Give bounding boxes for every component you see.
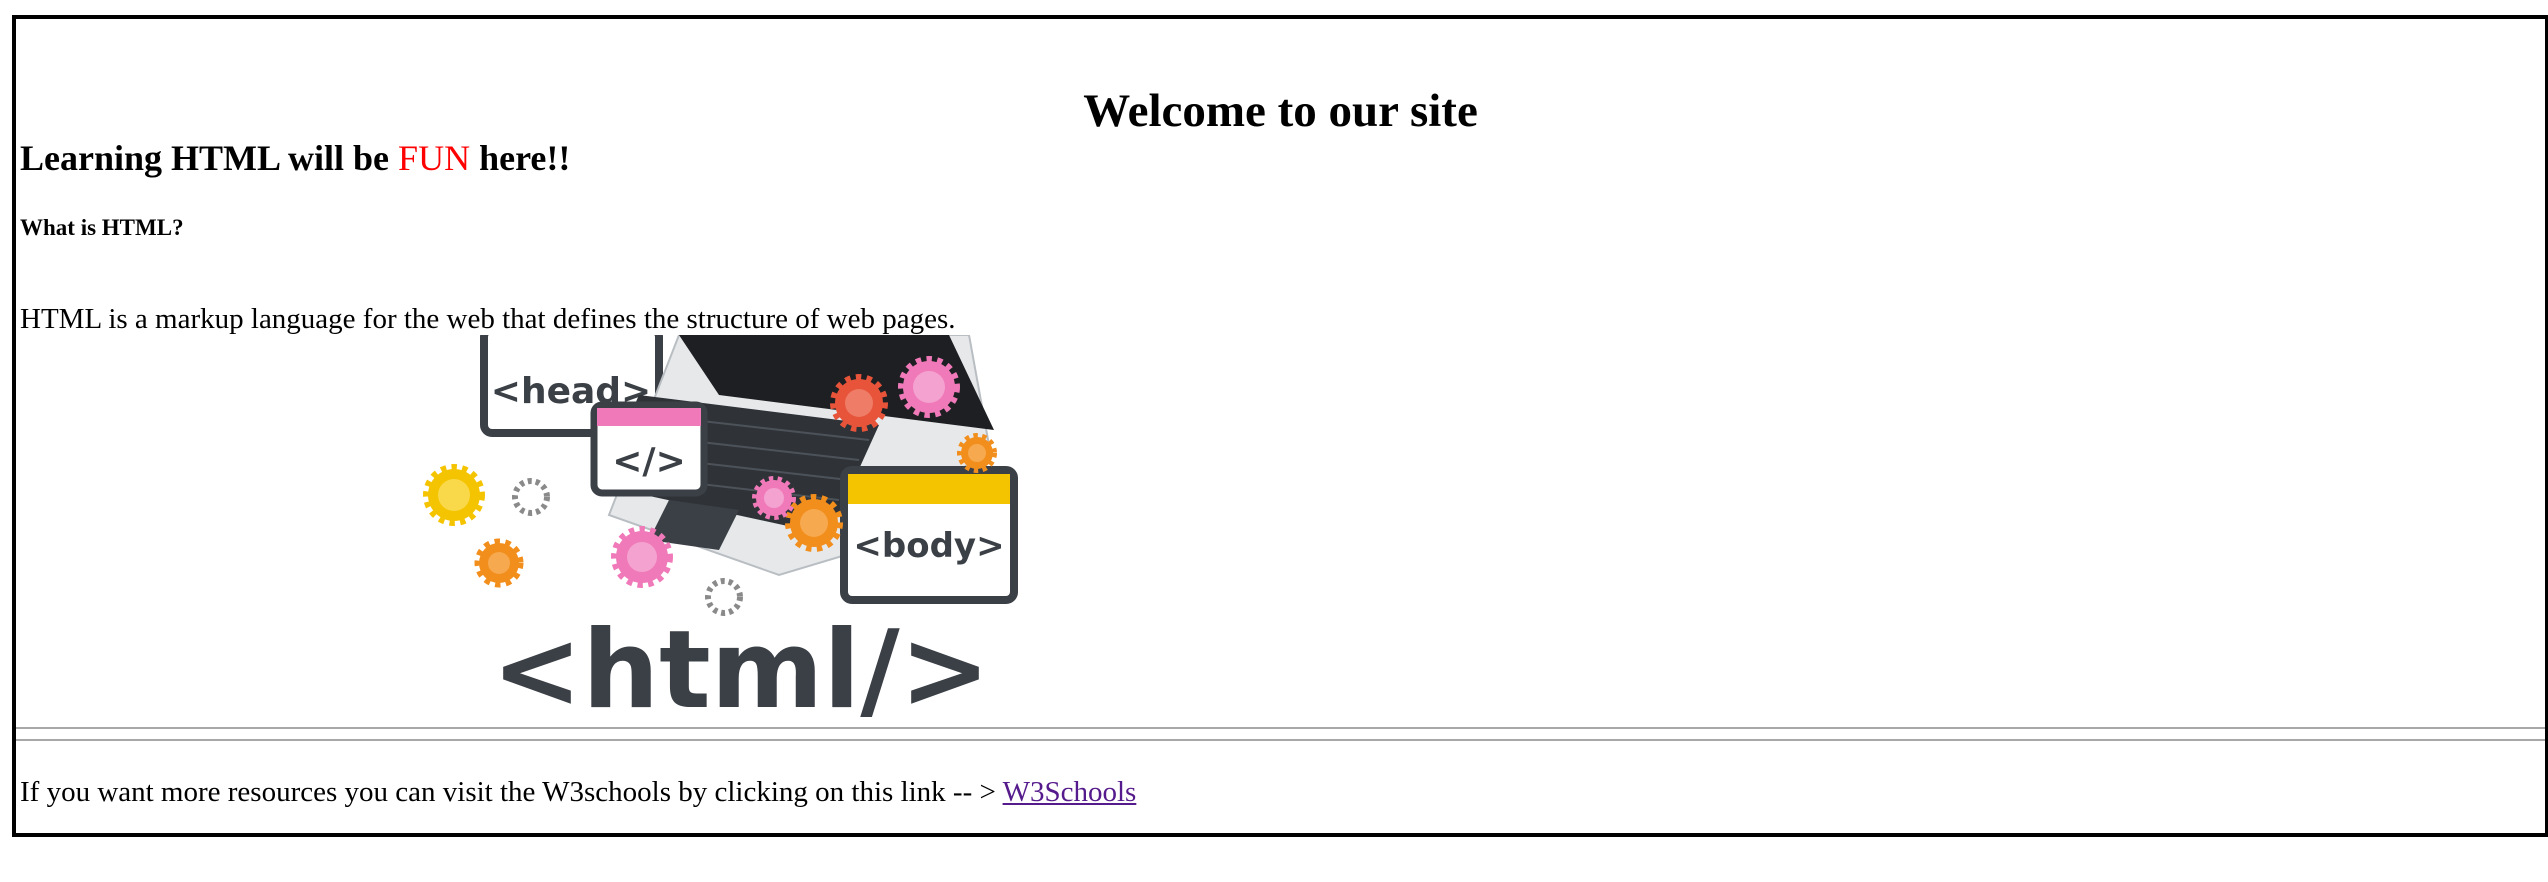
gear-icon [898,356,960,418]
html-illustration: <head> </> <body> <html/> [423,335,1018,725]
gear-icon [957,433,997,473]
code-tag-label: </> [612,441,685,482]
subheading: Learning HTML will be FUN here!! [20,140,570,176]
page-frame: Welcome to our site Learning HTML will b… [12,15,2548,837]
subheading-text-end: here!! [470,138,571,178]
gear-icon [474,538,524,588]
gear-icon [752,476,796,520]
body-tag-label: <body> [853,526,1004,566]
section-question: What is HTML? [20,215,184,240]
html-tag-label: <html/> [492,608,991,725]
divider-line [16,739,2545,741]
gear-icon [423,464,485,526]
footer-message: If you want more resources you can visit… [20,776,1003,808]
description-paragraph: HTML is a markup language for the web th… [20,303,956,335]
footer-text: If you want more resources you can visit… [20,778,1136,807]
gear-icon [611,526,673,588]
divider-line [16,727,2545,729]
body-tag-card: <body> [840,466,1018,604]
subheading-text-start: Learning HTML will be [20,138,399,178]
gear-icon [785,494,843,552]
subheading-highlight: FUN [398,138,471,178]
w3schools-link[interactable]: W3Schools [1003,776,1137,808]
gear-icon [830,374,888,432]
code-tag-card: </> [590,401,708,497]
page-title: Welcome to our site [1083,85,1478,138]
gear-icon [512,478,550,516]
